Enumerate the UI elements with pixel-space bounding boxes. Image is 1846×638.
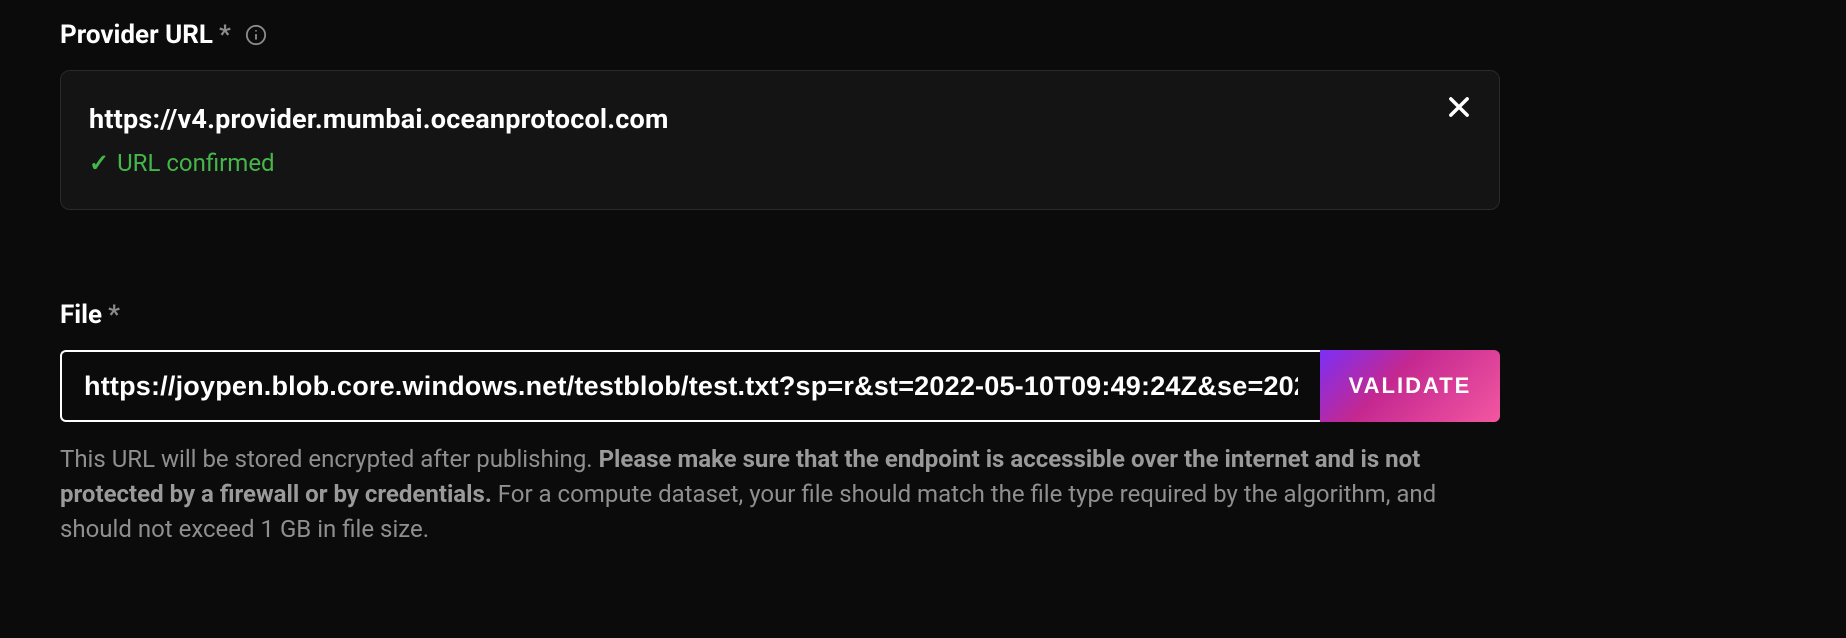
check-icon: ✓ (89, 149, 109, 177)
url-confirmed-text: URL confirmed (117, 149, 274, 177)
file-helper-text: This URL will be stored encrypted after … (60, 442, 1500, 546)
helper-pre: This URL will be stored encrypted after … (60, 445, 599, 473)
info-icon[interactable] (245, 24, 267, 46)
file-url-input[interactable] (60, 350, 1320, 422)
provider-url-label-text: Provider URL (60, 20, 213, 50)
close-icon[interactable] (1445, 93, 1473, 121)
required-asterisk: * (219, 20, 231, 50)
required-asterisk: * (108, 300, 120, 330)
url-confirmed-status: ✓ URL confirmed (89, 149, 1459, 177)
provider-url-label: Provider URL * (60, 20, 1500, 50)
file-label-text: File (60, 300, 102, 330)
validate-button[interactable]: VALIDATE (1320, 350, 1500, 422)
provider-url-value: https://v4.provider.mumbai.oceanprotocol… (89, 103, 1459, 135)
file-input-row: VALIDATE (60, 350, 1500, 422)
file-label: File * (60, 300, 1500, 330)
provider-url-box: https://v4.provider.mumbai.oceanprotocol… (60, 70, 1500, 210)
